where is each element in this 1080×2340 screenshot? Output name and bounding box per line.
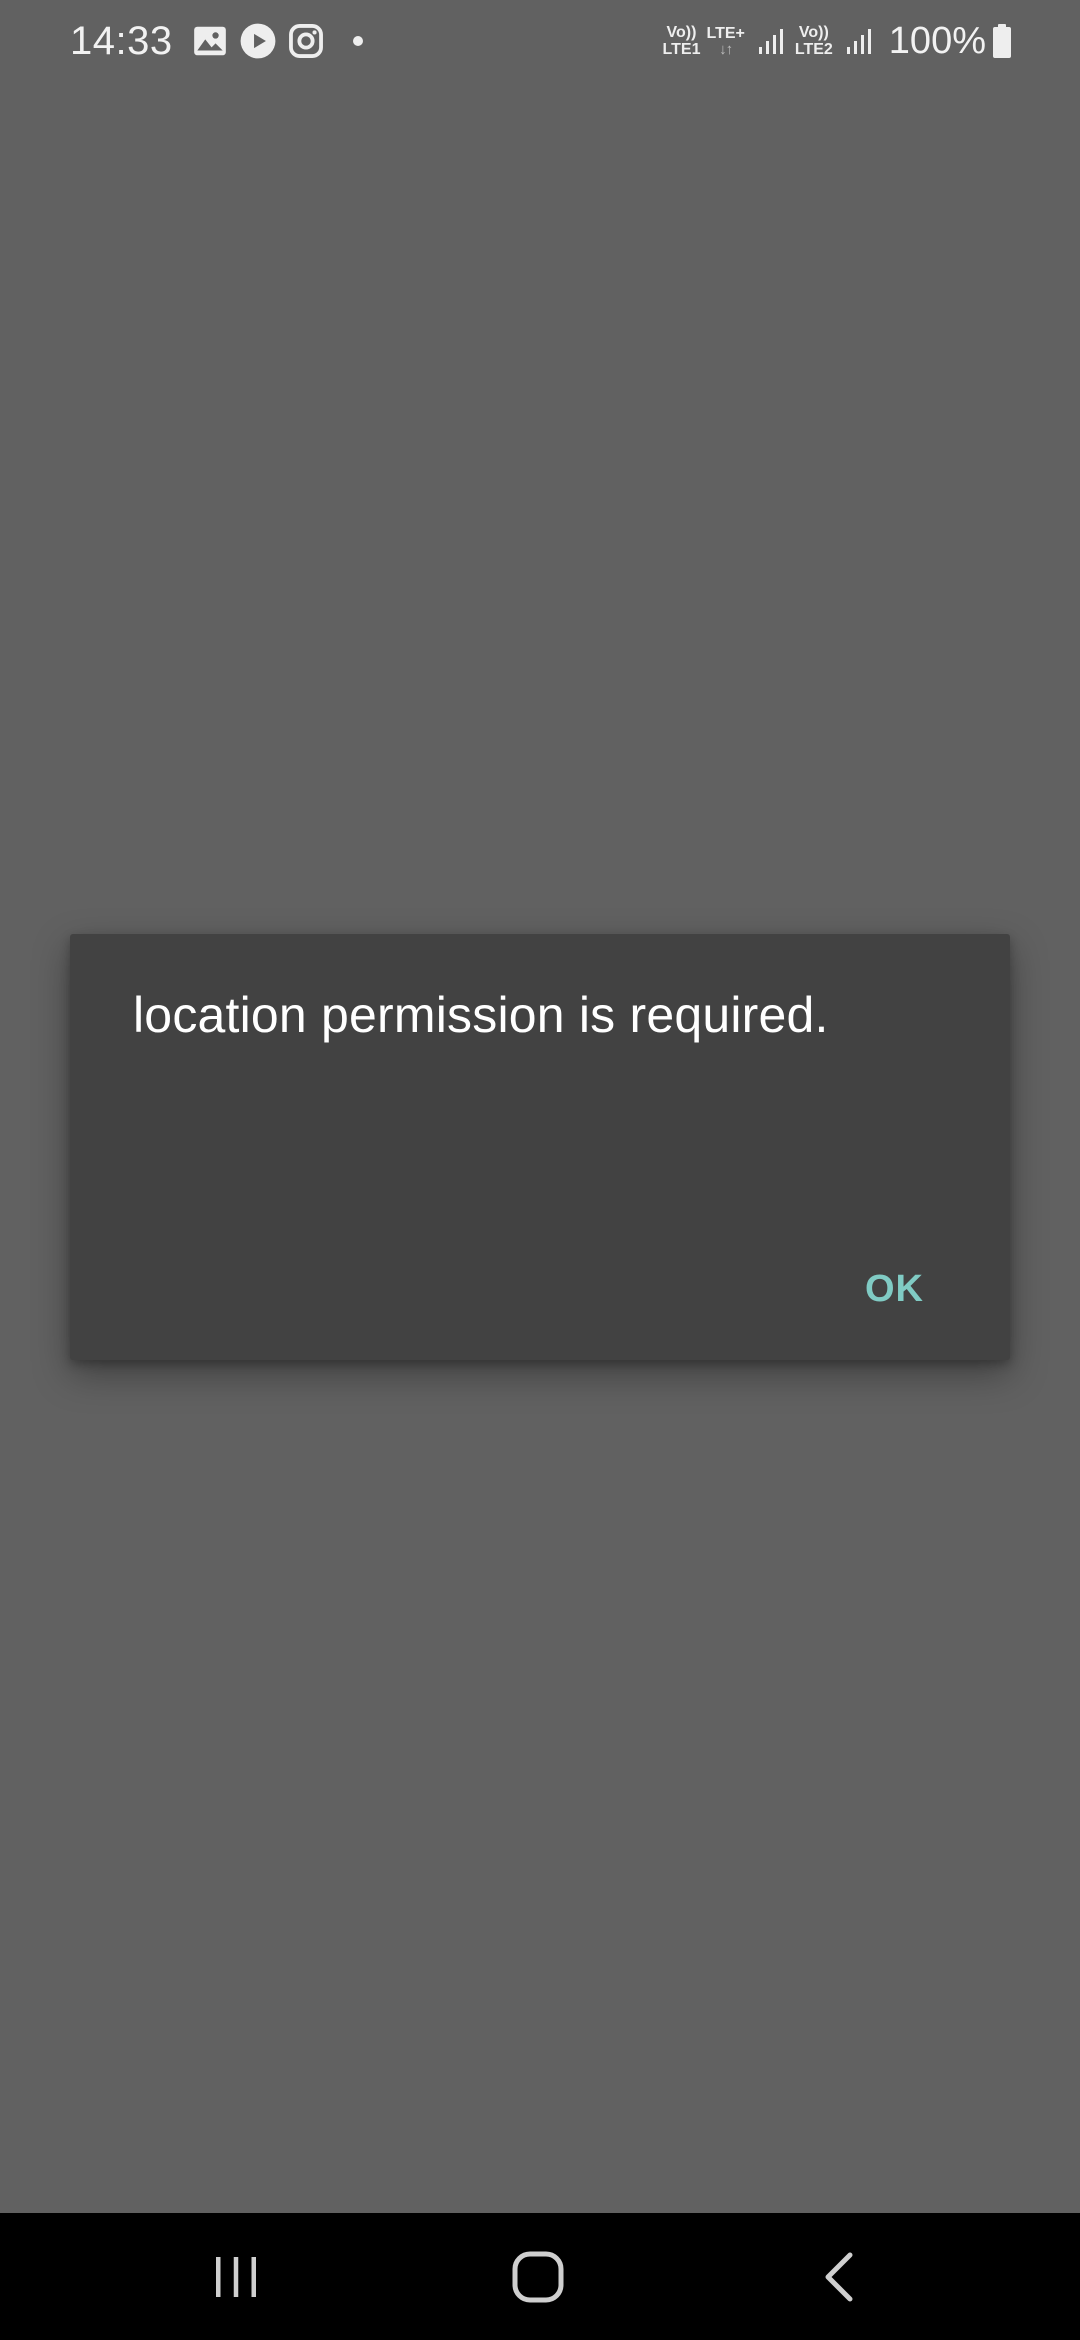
- youtube-icon: [239, 22, 277, 60]
- signal-icon: [846, 29, 871, 54]
- back-button[interactable]: [800, 2237, 880, 2317]
- sim2-volte-label: Vo)) LTE2: [795, 24, 833, 58]
- status-right: Vo)) LTE1 LTE+ ↓↑ Vo)) LTE2 100%: [663, 20, 1012, 63]
- recents-button[interactable]: [196, 2237, 276, 2317]
- home-icon: [512, 2251, 564, 2303]
- battery-icon: [993, 24, 1011, 58]
- data-type-label: LTE+ ↓↑: [706, 25, 744, 57]
- sim2-volte-bottom: LTE2: [794, 41, 833, 58]
- sim1-volte-label: Vo)) LTE1: [663, 24, 701, 58]
- navigation-bar: [0, 2213, 1080, 2340]
- sim1-volte-bottom: LTE1: [662, 41, 701, 58]
- signal-icon: [758, 29, 783, 54]
- sim2-volte-top: Vo)): [798, 24, 829, 41]
- back-icon: [825, 2252, 853, 2302]
- permission-dialog: location permission is required. OK: [70, 934, 1010, 1360]
- home-button[interactable]: [498, 2237, 578, 2317]
- instagram-icon: [287, 22, 325, 60]
- status-left: 14:33: [70, 19, 363, 64]
- sim1-volte-top: Vo)): [666, 24, 697, 41]
- ok-button[interactable]: OK: [849, 1258, 940, 1321]
- more-notifications-dot: [352, 36, 363, 46]
- data-activity-arrows: ↓↑: [719, 41, 733, 58]
- data-type-top: LTE+: [706, 25, 745, 42]
- recents-icon: [216, 2257, 256, 2297]
- status-bar: 14:33 Vo)) LTE1 LTE+ ↓↑ Vo)) LTE2 100%: [0, 0, 1080, 82]
- gallery-icon: [191, 22, 229, 60]
- battery-percent: 100%: [888, 19, 986, 62]
- dialog-message: location permission is required.: [133, 987, 829, 1043]
- clock: 14:33: [70, 18, 173, 63]
